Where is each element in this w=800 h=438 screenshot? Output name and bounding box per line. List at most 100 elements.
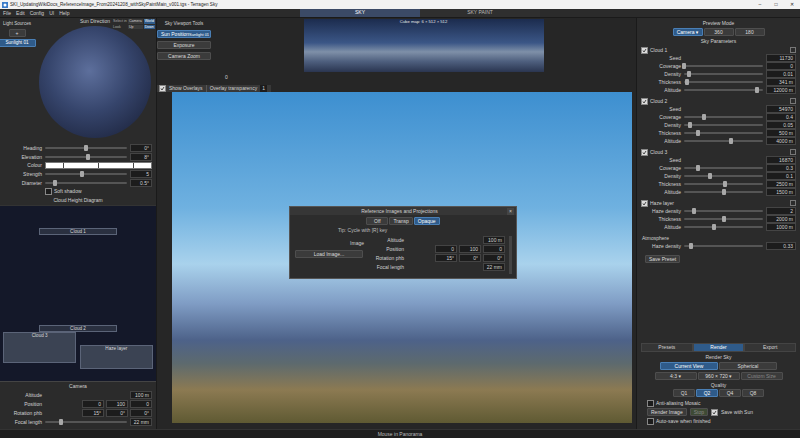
value-field[interactable]: 0.05 bbox=[766, 121, 796, 129]
value-field[interactable]: 0.33 bbox=[766, 242, 796, 250]
select-in-option[interactable]: World bbox=[144, 19, 155, 24]
slider-handle[interactable] bbox=[729, 138, 733, 144]
value-field[interactable]: 0° bbox=[130, 144, 152, 152]
scrollbar[interactable] bbox=[509, 236, 512, 274]
slider-track[interactable] bbox=[684, 89, 763, 91]
slider-handle[interactable] bbox=[696, 165, 700, 171]
look-option[interactable]: Down bbox=[144, 25, 155, 30]
value-field[interactable]: 0° bbox=[106, 409, 128, 417]
window-control-button[interactable]: ✕ bbox=[784, 1, 800, 8]
value-field[interactable]: 0° bbox=[130, 409, 152, 417]
value-field[interactable]: 0 bbox=[130, 400, 152, 408]
preview-mode-button[interactable]: 360 bbox=[704, 28, 734, 36]
slider-track[interactable] bbox=[684, 245, 763, 247]
value-field[interactable]: 500 m bbox=[766, 129, 796, 137]
panel-tab[interactable]: Export bbox=[744, 343, 796, 352]
value-field[interactable]: 22 mm bbox=[130, 418, 152, 426]
value-field[interactable]: 1000 m bbox=[766, 223, 796, 231]
slider-track[interactable] bbox=[684, 116, 763, 118]
group-menu-icon[interactable] bbox=[790, 200, 796, 206]
stop-button[interactable]: Stop bbox=[690, 408, 708, 416]
menu-item[interactable]: File bbox=[3, 10, 11, 17]
slider-track[interactable] bbox=[684, 73, 763, 75]
value-field[interactable]: 2000 m bbox=[766, 215, 796, 223]
slider-track[interactable] bbox=[45, 173, 127, 175]
cloud-layer[interactable]: Cloud 3 bbox=[3, 332, 76, 362]
slider-track[interactable] bbox=[45, 421, 127, 423]
slider-handle[interactable] bbox=[708, 173, 712, 179]
cloud-layer[interactable]: Haze layer bbox=[80, 345, 153, 369]
value-field[interactable]: 2 bbox=[766, 207, 796, 215]
value-field[interactable]: 5 bbox=[130, 170, 152, 178]
load-image-button[interactable]: Load Image... bbox=[295, 250, 363, 258]
slider-track[interactable] bbox=[684, 218, 763, 220]
slider-handle[interactable] bbox=[722, 189, 726, 195]
checkbox[interactable] bbox=[711, 409, 718, 416]
value-field[interactable]: 2500 m bbox=[766, 180, 796, 188]
value-field[interactable]: 8° bbox=[130, 153, 152, 161]
save-preset-button[interactable]: Save Preset bbox=[645, 255, 680, 263]
preview-mode-button[interactable]: 180 bbox=[735, 28, 765, 36]
value-field[interactable]: 0.4 bbox=[766, 113, 796, 121]
slider-track[interactable] bbox=[684, 191, 763, 193]
slider-handle[interactable] bbox=[692, 208, 696, 214]
value-field[interactable]: 0° bbox=[483, 254, 505, 262]
slider-handle[interactable] bbox=[80, 171, 84, 177]
slider-handle[interactable] bbox=[723, 181, 727, 187]
value-field[interactable]: 15° bbox=[435, 254, 457, 262]
slider-track[interactable] bbox=[684, 140, 763, 142]
preview-mode-button[interactable]: Camera ▾ bbox=[673, 28, 703, 36]
close-button[interactable]: × bbox=[507, 208, 514, 215]
overlay-transparency-value[interactable]: 1 bbox=[260, 85, 267, 92]
menu-item[interactable]: Help bbox=[59, 10, 69, 17]
slider-track[interactable] bbox=[684, 175, 763, 177]
group-menu-icon[interactable] bbox=[790, 149, 796, 155]
slider-handle[interactable] bbox=[712, 224, 716, 230]
value-field[interactable]: 54970 bbox=[766, 105, 796, 113]
slider-handle[interactable] bbox=[53, 180, 57, 186]
slider-handle[interactable] bbox=[86, 154, 90, 160]
slider-handle[interactable] bbox=[688, 122, 692, 128]
value-field[interactable]: 100 m bbox=[130, 391, 152, 399]
render-view-button[interactable]: Current View bbox=[660, 362, 718, 370]
value-field[interactable]: 0 bbox=[483, 245, 505, 253]
value-field[interactable]: 4000 m bbox=[766, 137, 796, 145]
value-field[interactable]: 0 bbox=[82, 400, 104, 408]
mode-tab[interactable]: SKY PAINT bbox=[420, 9, 540, 17]
group-menu-icon[interactable] bbox=[790, 98, 796, 104]
viewport-tool-button[interactable]: Sun PositionSunlight 01 bbox=[157, 30, 211, 38]
slider-handle[interactable] bbox=[84, 145, 88, 151]
value-field[interactable]: 1500 m bbox=[766, 188, 796, 196]
checkbox[interactable] bbox=[641, 149, 648, 156]
quality-button[interactable]: Q2 bbox=[696, 389, 718, 397]
render-image-button[interactable]: Render Image bbox=[647, 408, 687, 416]
slider-handle[interactable] bbox=[722, 216, 726, 222]
slider-track[interactable] bbox=[684, 226, 763, 228]
checkbox[interactable] bbox=[647, 418, 654, 425]
slider-handle[interactable] bbox=[685, 79, 689, 85]
sky-thumbnail[interactable]: Cube map: 6 × 512 × 512 bbox=[304, 19, 544, 72]
slider-track[interactable] bbox=[684, 81, 763, 83]
cloud-layer[interactable]: Cloud 1 bbox=[39, 228, 117, 235]
select-in-option[interactable]: Camera bbox=[128, 19, 143, 24]
value-field[interactable]: 16870 bbox=[766, 156, 796, 164]
group-menu-icon[interactable] bbox=[790, 47, 796, 53]
value-field[interactable]: 0.01 bbox=[766, 70, 796, 78]
viewport-tool-button[interactable]: Exposure bbox=[157, 41, 211, 49]
value-field[interactable]: 341 m bbox=[766, 78, 796, 86]
colour-swatch[interactable] bbox=[45, 162, 152, 169]
display-mode-button[interactable]: Opaque bbox=[414, 217, 440, 225]
checkbox[interactable] bbox=[159, 85, 166, 92]
checkbox[interactable] bbox=[641, 47, 648, 54]
render-view-button[interactable]: Spherical bbox=[719, 362, 777, 370]
value-field[interactable]: 12000 m bbox=[766, 86, 796, 94]
value-field[interactable]: 0 bbox=[435, 245, 457, 253]
panel-tab[interactable]: Render bbox=[693, 343, 745, 352]
menu-item[interactable]: Config bbox=[30, 10, 44, 17]
value-field[interactable]: 0 bbox=[766, 62, 796, 70]
window-control-button[interactable]: – bbox=[752, 1, 768, 8]
slider-track[interactable] bbox=[45, 147, 127, 149]
value-field[interactable]: 100 bbox=[106, 400, 128, 408]
panel-tab[interactable]: Presets bbox=[641, 343, 693, 352]
render-size-button[interactable]: Custom Size bbox=[741, 372, 783, 380]
